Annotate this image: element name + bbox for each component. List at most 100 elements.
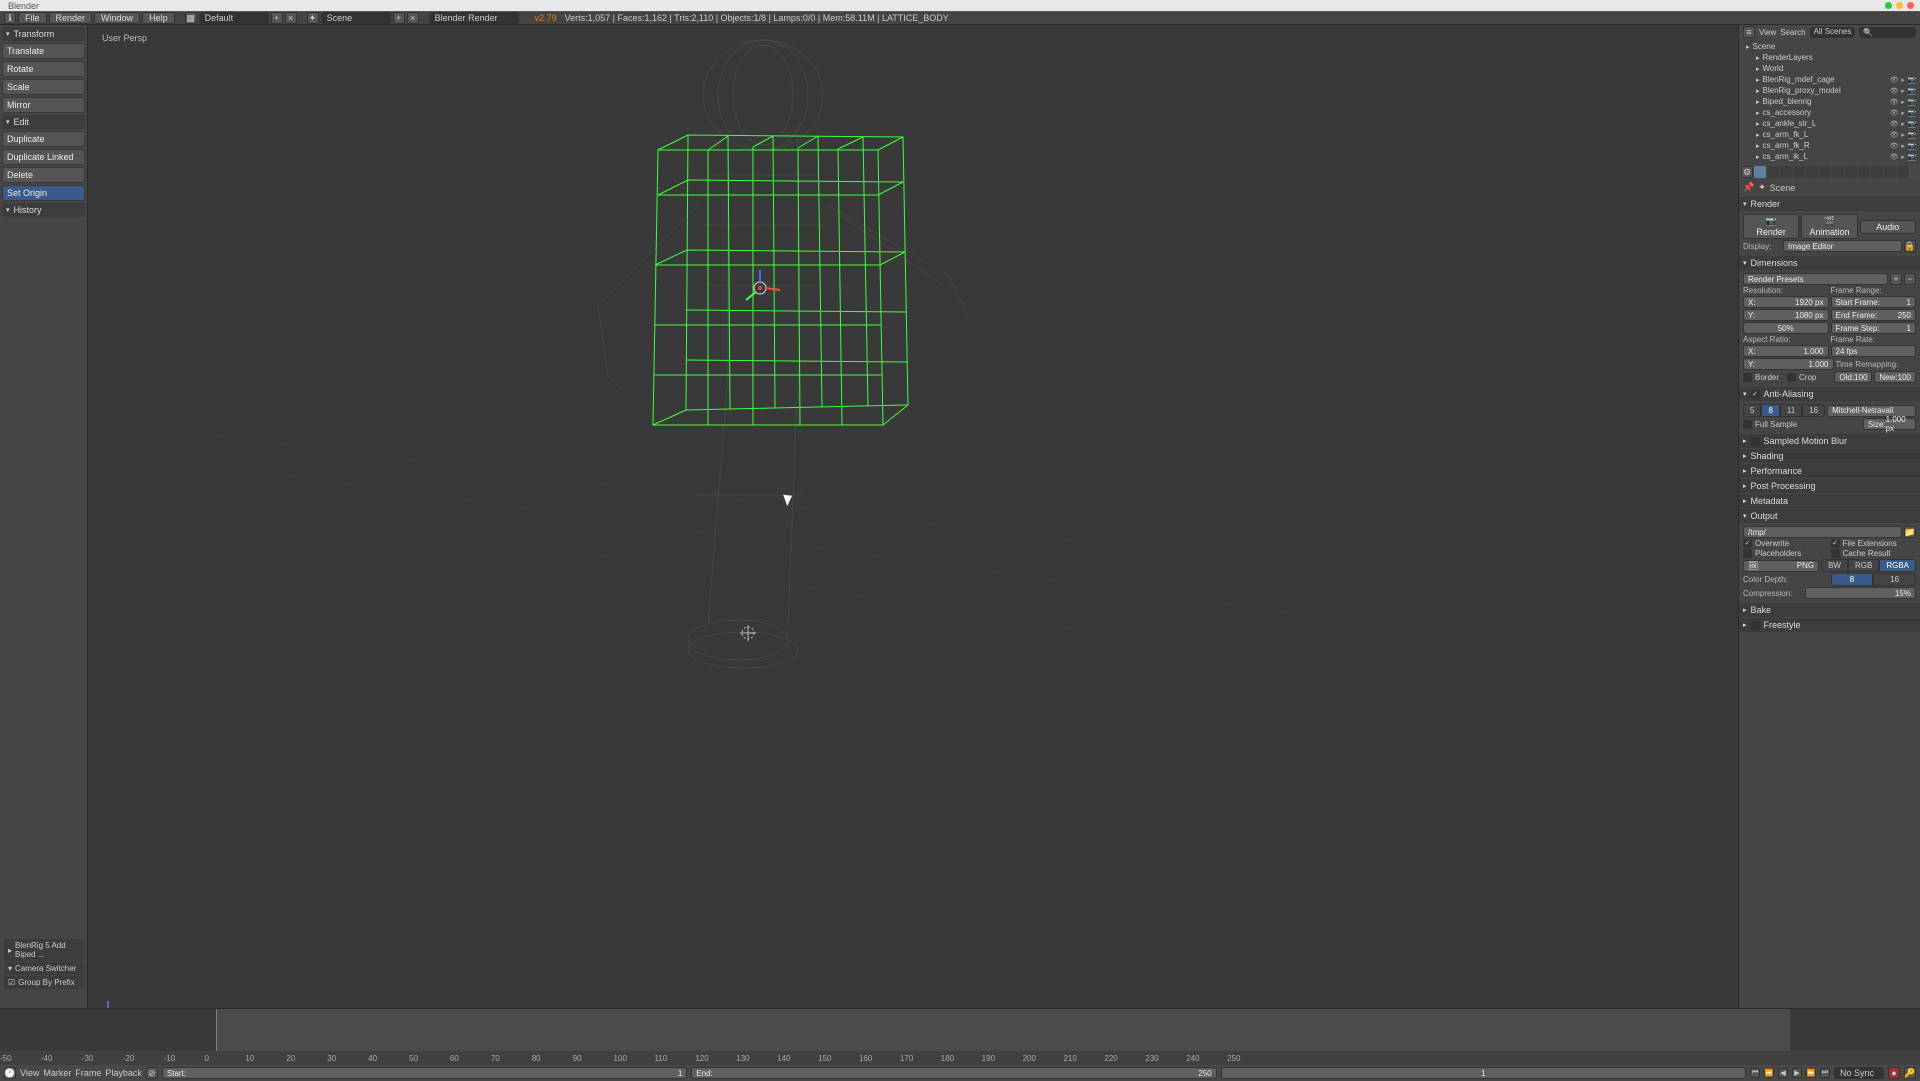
cache-result-check[interactable]: Cache Result xyxy=(1831,549,1917,558)
outliner-search-input[interactable]: 🔍 xyxy=(1859,27,1916,38)
scene-del-icon[interactable]: × xyxy=(407,12,419,24)
keyframe-next-icon[interactable]: ⏩ xyxy=(1806,1068,1816,1078)
audio-button[interactable]: Audio xyxy=(1860,220,1916,234)
outliner-row[interactable]: ▸cs_arm_fk_R👁▸📷 xyxy=(1741,140,1918,151)
menu-render[interactable]: Render xyxy=(49,12,93,24)
last-operator[interactable]: ▸ BlenRig 5 Add Biped ... xyxy=(4,939,84,961)
placeholders-check[interactable]: Placeholders xyxy=(1743,549,1829,558)
border-check[interactable]: Border xyxy=(1743,373,1779,382)
outliner-row[interactable]: ▸cs_arm_ik_L👁▸📷 xyxy=(1741,151,1918,162)
rotate-button[interactable]: Rotate xyxy=(2,61,85,77)
panel-edit[interactable]: Edit xyxy=(2,115,85,129)
translate-button[interactable]: Translate xyxy=(2,43,85,59)
end-frame-tl[interactable]: End:250 xyxy=(691,1067,1216,1079)
tab-object[interactable] xyxy=(1806,166,1818,178)
outliner-filter[interactable]: All Scenes xyxy=(1810,27,1856,38)
set-origin-button[interactable]: Set Origin xyxy=(2,185,85,201)
group-by-prefix-check[interactable]: ☑ Group By Prefix xyxy=(4,976,84,989)
start-frame-tl[interactable]: Start:1 xyxy=(162,1067,687,1079)
play-icon[interactable]: ▶ xyxy=(1792,1068,1802,1078)
post-processing-header[interactable]: Post Processing xyxy=(1739,479,1920,493)
pin-icon[interactable]: 📌 xyxy=(1743,182,1754,193)
tab-data[interactable] xyxy=(1845,166,1857,178)
animation-button[interactable]: 🎬 Animation xyxy=(1801,214,1857,239)
menu-window[interactable]: Window xyxy=(94,12,140,24)
scene-icon[interactable]: ✦ xyxy=(307,12,319,24)
menu-help[interactable]: Help xyxy=(142,12,175,24)
aa-samples-seg[interactable]: 581116 xyxy=(1743,404,1825,417)
range-icon[interactable]: ⊘ xyxy=(146,1067,158,1079)
fps-field[interactable]: 24 fps xyxy=(1831,345,1917,357)
outliner-row[interactable]: ▸BlenRig_proxy_model👁▸📷 xyxy=(1741,85,1918,96)
color-mode-seg[interactable]: BWRGBRGBA xyxy=(1821,559,1916,572)
render-button[interactable]: 📷 Render xyxy=(1743,214,1799,239)
play-reverse-icon[interactable]: ◀ xyxy=(1778,1068,1788,1078)
res-x-field[interactable]: X:1920 px xyxy=(1743,296,1829,308)
shading-header[interactable]: Shading xyxy=(1739,449,1920,463)
outliner-row[interactable]: ▸cs_accessory👁▸📷 xyxy=(1741,107,1918,118)
engine-field[interactable]: Blender Render xyxy=(429,12,519,24)
panel-history[interactable]: History xyxy=(2,203,85,217)
file-ext-check[interactable]: File Extensions xyxy=(1831,539,1917,548)
tab-modifiers[interactable] xyxy=(1832,166,1844,178)
layout-field[interactable]: Default xyxy=(199,12,269,24)
tl-menu-view[interactable]: View xyxy=(20,1068,39,1078)
res-y-field[interactable]: Y:1080 px xyxy=(1743,309,1829,321)
aa-panel-header[interactable]: Anti-Aliasing xyxy=(1739,387,1920,401)
performance-header[interactable]: Performance xyxy=(1739,464,1920,478)
timeline-editor-icon[interactable]: 🕐 xyxy=(4,1067,16,1079)
preset-del-icon[interactable]: − xyxy=(1904,273,1916,285)
duplicate-linked-button[interactable]: Duplicate Linked xyxy=(2,149,85,165)
format-field[interactable]: 🖼 PNG xyxy=(1743,560,1819,572)
aspect-y-field[interactable]: Y:1.000 xyxy=(1743,358,1834,370)
jump-start-icon[interactable]: ⏮ xyxy=(1750,1068,1760,1078)
preset-add-icon[interactable]: + xyxy=(1890,273,1902,285)
outliner-row[interactable]: ▸Biped_blenrig👁▸📷 xyxy=(1741,96,1918,107)
full-sample-check[interactable]: Full Sample xyxy=(1743,420,1797,429)
tab-world[interactable] xyxy=(1793,166,1805,178)
current-frame-tl[interactable]: 1 xyxy=(1221,1067,1746,1079)
maximize-icon[interactable] xyxy=(1885,2,1892,9)
outliner-view-menu[interactable]: View xyxy=(1759,28,1776,37)
frame-step-field[interactable]: Frame Step:1 xyxy=(1831,322,1917,334)
screen-layout-icon[interactable]: ▦ xyxy=(185,12,197,24)
color-depth-seg[interactable]: 816 xyxy=(1831,573,1917,586)
camera-switcher-panel[interactable]: ▾ Camera Switcher xyxy=(4,962,84,975)
render-presets[interactable]: Render Presets xyxy=(1743,273,1888,285)
3d-viewport[interactable]: User Persp xyxy=(88,25,1738,1037)
window-controls[interactable] xyxy=(1885,2,1914,9)
metadata-header[interactable]: Metadata xyxy=(1739,494,1920,508)
overwrite-check[interactable]: Overwrite xyxy=(1743,539,1829,548)
output-path-field[interactable]: /tmp/ xyxy=(1743,526,1902,538)
outliner-row[interactable]: ▸cs_arm_fk_L👁▸📷 xyxy=(1741,129,1918,140)
editor-type-icon[interactable]: ℹ xyxy=(4,12,16,24)
render-panel-header[interactable]: Render xyxy=(1739,197,1920,211)
scene-add-icon[interactable]: + xyxy=(393,12,405,24)
dimensions-panel-header[interactable]: Dimensions xyxy=(1739,256,1920,270)
keyset-icon[interactable]: 🔑 xyxy=(1904,1067,1916,1079)
tab-material[interactable] xyxy=(1858,166,1870,178)
close-icon[interactable] xyxy=(1907,2,1914,9)
compression-field[interactable]: 15% xyxy=(1805,587,1916,599)
timeline-track[interactable]: -50-40-30-20-100102030405060708090100110… xyxy=(0,1009,1920,1065)
layout-add-icon[interactable]: + xyxy=(271,12,283,24)
tl-menu-playback[interactable]: Playback xyxy=(105,1068,142,1078)
tab-render-layers[interactable] xyxy=(1767,166,1779,178)
outliner-search-menu[interactable]: Search xyxy=(1780,28,1805,37)
output-panel-header[interactable]: Output xyxy=(1739,509,1920,523)
tab-texture[interactable] xyxy=(1871,166,1883,178)
scale-button[interactable]: Scale xyxy=(2,79,85,95)
sampled-mblur-header[interactable]: Sampled Motion Blur xyxy=(1739,434,1920,448)
layout-del-icon[interactable]: × xyxy=(285,12,297,24)
outliner-row[interactable]: ▸cs_ankle_str_L👁▸📷 xyxy=(1741,118,1918,129)
jump-end-icon[interactable]: ⏭ xyxy=(1820,1068,1830,1078)
duplicate-button[interactable]: Duplicate xyxy=(2,131,85,147)
autokey-icon[interactable]: ● xyxy=(1888,1067,1900,1079)
tab-render[interactable] xyxy=(1754,166,1766,178)
tab-particles[interactable] xyxy=(1884,166,1896,178)
aspect-x-field[interactable]: X:1.000 xyxy=(1743,345,1829,357)
aa-size-field[interactable]: Size:1.000 px xyxy=(1863,418,1916,430)
minimize-icon[interactable] xyxy=(1896,2,1903,9)
new-field[interactable]: New:100 xyxy=(1874,371,1916,383)
outliner-editor-icon[interactable]: ≡ xyxy=(1743,26,1755,38)
